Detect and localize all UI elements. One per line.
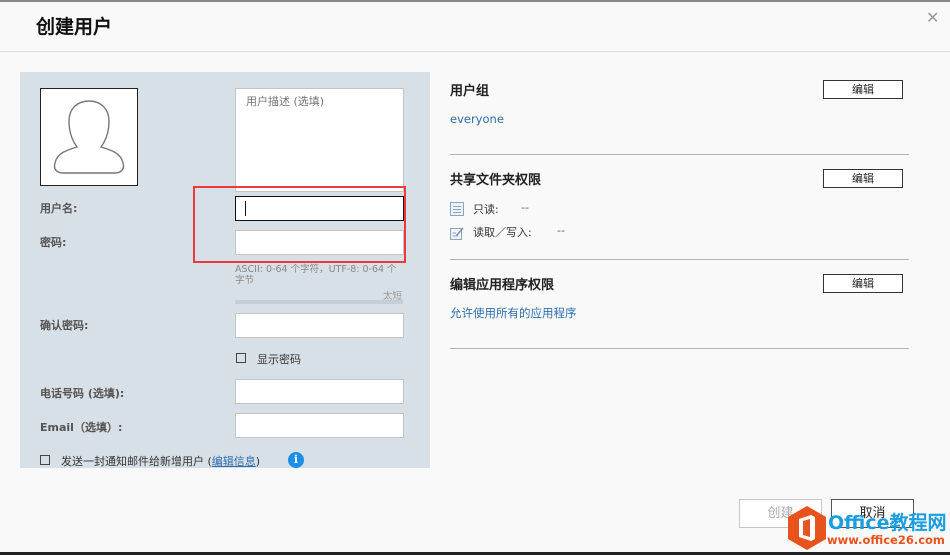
read-write-label: 读取／写入:	[473, 226, 532, 239]
header-divider	[0, 51, 950, 52]
notify-checkbox[interactable]	[40, 455, 50, 465]
description-textarea[interactable]	[235, 88, 404, 192]
username-label: 用户名:	[40, 202, 78, 215]
notify-text: 发送一封通知邮件给新增用户 (	[61, 455, 212, 468]
read-write-icon	[450, 227, 464, 240]
shared-folder-title: 共享文件夹权限	[450, 173, 542, 188]
confirm-password-input[interactable]	[235, 313, 404, 338]
read-only-icon	[450, 202, 464, 216]
edit-message-link[interactable]: 编辑信息	[212, 455, 256, 468]
phone-label: 电话号码 (选填):	[40, 387, 125, 400]
app-permission-title: 编辑应用程序权限	[450, 278, 555, 293]
password-strength-bar	[235, 300, 403, 304]
app-permission-value: 允许使用所有的应用程序	[450, 306, 577, 320]
confirm-password-label: 确认密码:	[40, 319, 89, 332]
section-divider	[450, 154, 909, 155]
section-divider	[450, 348, 909, 349]
password-input[interactable]	[235, 230, 404, 255]
password-hint: ASCII: 0-64 个字符，UTF-8: 0-64 个字节	[235, 264, 397, 286]
notify-suffix: )	[255, 455, 261, 468]
user-group-value: everyone	[450, 112, 504, 126]
window-top-edge	[0, 0, 950, 2]
edit-user-group-button[interactable]: 编辑	[823, 80, 903, 99]
avatar[interactable]	[40, 88, 138, 186]
user-silhouette-icon	[53, 100, 125, 174]
email-label: Email（选填）:	[40, 421, 123, 434]
dialog-title: 创建用户	[36, 16, 113, 38]
phone-input[interactable]	[235, 379, 404, 404]
email-input[interactable]	[235, 413, 404, 438]
edit-shared-folder-button[interactable]: 编辑	[823, 169, 903, 188]
read-only-value: --	[521, 201, 529, 214]
watermark: Office教程网 www.office26.com	[787, 505, 950, 552]
office-logo-icon	[788, 506, 826, 550]
close-icon[interactable]: ✕	[926, 8, 939, 27]
username-input[interactable]	[235, 196, 404, 221]
password-label: 密码:	[40, 236, 67, 249]
section-divider	[450, 259, 909, 260]
watermark-url: www.office26.com	[827, 533, 945, 547]
user-group-title: 用户组	[450, 84, 490, 99]
edit-app-permission-button[interactable]: 编辑	[823, 274, 903, 293]
read-only-label: 只读:	[473, 203, 499, 216]
info-icon[interactable]: i	[288, 452, 304, 468]
notify-label: 发送一封通知邮件给新增用户 (编辑信息)	[61, 453, 260, 469]
show-password-label: 显示密码	[257, 353, 301, 366]
show-password-checkbox[interactable]	[236, 353, 246, 363]
text-cursor	[245, 201, 246, 216]
read-write-value: --	[557, 224, 565, 237]
watermark-title: Office教程网	[828, 512, 947, 534]
